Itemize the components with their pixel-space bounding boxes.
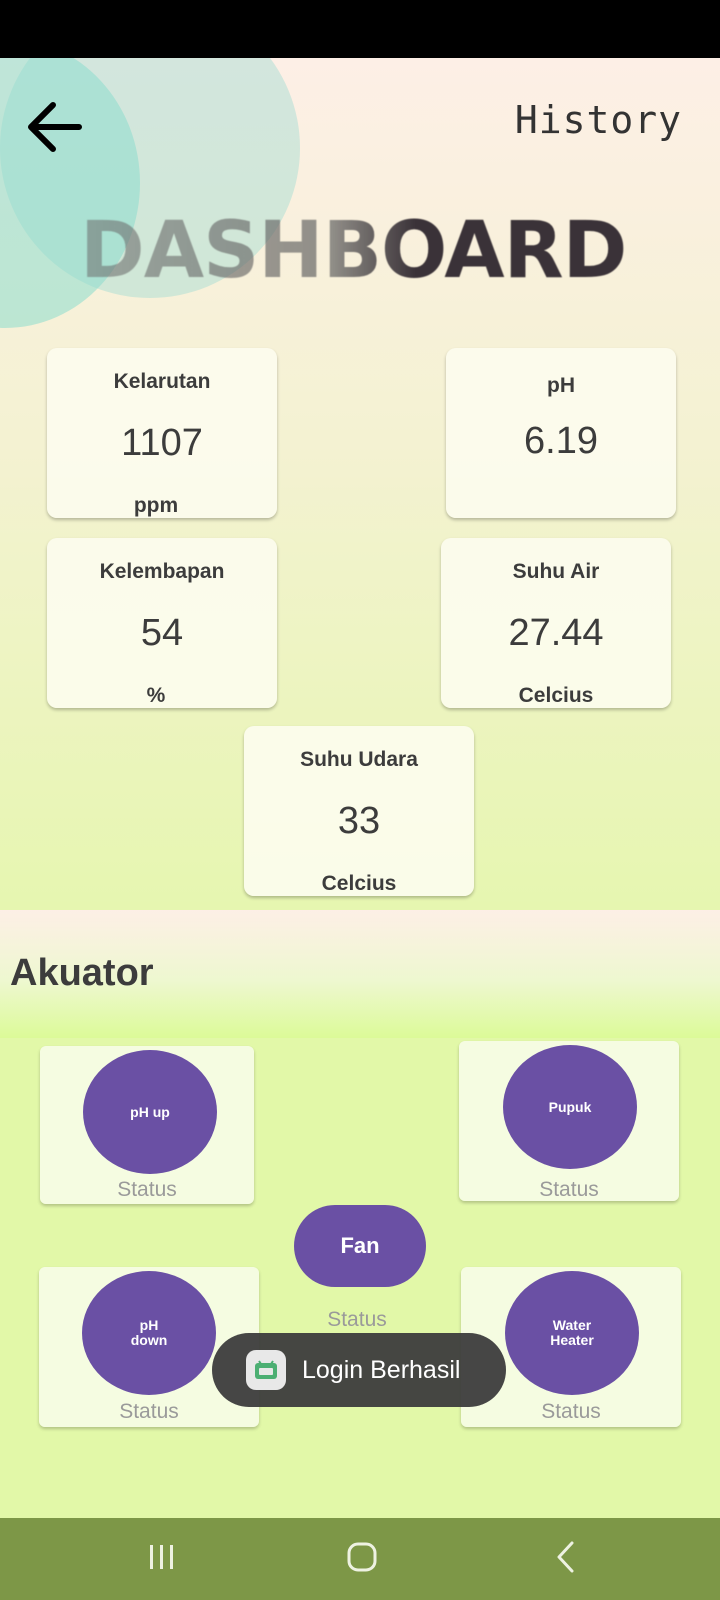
sensor-unit: %	[146, 684, 166, 707]
sensor-value: 33	[337, 800, 381, 842]
ph-down-button[interactable]: pH down	[82, 1271, 216, 1395]
sensor-label: Suhu Air	[512, 560, 600, 583]
sensor-card-suhu-udara: Suhu Udara 33 Celcius	[244, 726, 474, 896]
history-button[interactable]: History	[515, 98, 682, 142]
nav-recents-button[interactable]	[112, 1518, 212, 1600]
sensor-label: Kelembapan	[99, 560, 225, 583]
actuator-status: Status	[541, 1400, 601, 1423]
header-area: History DASHBOARD Kelarutan 1107 ppm pH …	[0, 58, 720, 910]
fan-button[interactable]: Fan	[294, 1205, 426, 1287]
sensor-card-suhu-air: Suhu Air 27.44 Celcius	[441, 538, 671, 708]
sensor-label: Kelarutan	[113, 370, 211, 393]
arrow-left-icon	[23, 99, 83, 160]
system-navigation-bar	[0, 1518, 720, 1600]
water-heater-button[interactable]: Water Heater	[505, 1271, 639, 1395]
chevron-left-icon	[554, 1540, 578, 1579]
sensor-card-ph: pH 6.19	[446, 348, 676, 518]
actuator-status: Status	[539, 1178, 599, 1201]
sensor-value: 27.44	[508, 612, 604, 654]
dashboard-screen: History DASHBOARD Kelarutan 1107 ppm pH …	[0, 58, 720, 1518]
sensor-label: pH	[547, 374, 575, 397]
sensor-unit: Celcius	[518, 684, 594, 707]
recents-icon	[147, 1543, 177, 1576]
nav-back-button[interactable]	[516, 1518, 616, 1600]
sensor-value: 1107	[121, 422, 203, 464]
sensor-unit: Celcius	[321, 872, 397, 895]
pupuk-button[interactable]: Pupuk	[503, 1045, 637, 1169]
sensor-card-kelarutan: Kelarutan 1107 ppm	[47, 348, 277, 518]
sensor-card-kelembapan: Kelembapan 54 %	[47, 538, 277, 708]
status-bar	[0, 0, 720, 58]
actuator-status: Status	[119, 1400, 179, 1423]
home-icon	[346, 1541, 378, 1578]
section-title: Akuator	[10, 952, 154, 994]
actuator-status: Status	[117, 1178, 177, 1201]
ph-up-button[interactable]: pH up	[83, 1050, 217, 1174]
android-app-icon	[246, 1350, 286, 1390]
sensor-value: 6.19	[524, 420, 598, 462]
toast-message: Login Berhasil	[302, 1355, 461, 1384]
nav-home-button[interactable]	[312, 1518, 412, 1600]
sensor-unit: ppm	[133, 494, 179, 517]
page-title: DASHBOARD	[80, 206, 640, 296]
sensor-label: Suhu Udara	[300, 748, 418, 771]
sensor-value: 54	[140, 612, 184, 654]
back-button[interactable]	[18, 94, 88, 164]
actuator-status: Status	[327, 1308, 387, 1331]
toast: Login Berhasil	[212, 1333, 506, 1407]
